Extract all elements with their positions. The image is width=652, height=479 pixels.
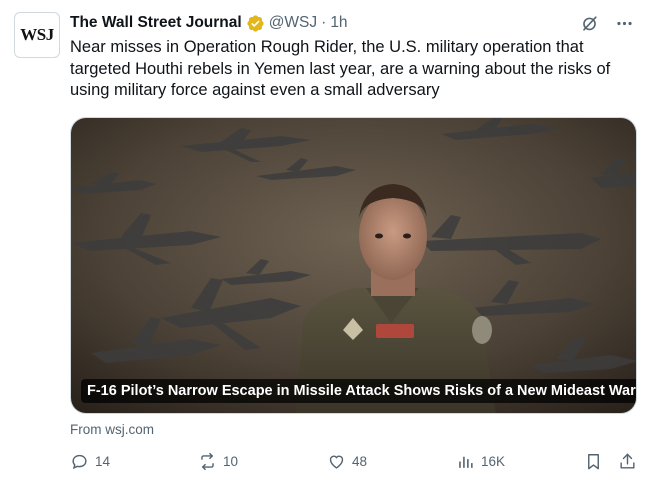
like-button[interactable]: 48 <box>327 452 367 471</box>
card-headline: F-16 Pilot’s Narrow Escape in Missile At… <box>81 379 636 403</box>
views-chart-icon <box>459 456 473 468</box>
header-separator: · <box>321 14 327 31</box>
post-time[interactable]: 1h <box>330 14 347 32</box>
view-count: 16K <box>481 454 506 469</box>
share-icon <box>620 453 635 469</box>
author-handle[interactable]: @WSJ <box>269 14 317 32</box>
tweet-text: Near misses in Operation Rough Rider, th… <box>70 38 611 99</box>
heart-icon <box>329 455 344 469</box>
card-source[interactable]: From wsj.com <box>70 422 154 437</box>
header-actions <box>580 14 634 33</box>
bookmark-button[interactable] <box>584 452 603 471</box>
more-options-icon[interactable] <box>615 14 634 33</box>
author-display-name[interactable]: The Wall Street Journal <box>70 14 242 32</box>
bookmark-icon <box>588 454 599 470</box>
pilot-photo <box>71 118 636 413</box>
views-button[interactable]: 16K <box>456 452 505 471</box>
avatar-logo-text: WSJ <box>20 25 54 44</box>
repost-count: 10 <box>223 454 239 469</box>
repost-button[interactable]: 10 <box>198 452 238 471</box>
share-button[interactable] <box>618 452 637 471</box>
grok-icon[interactable] <box>580 14 599 33</box>
verified-badge-icon[interactable] <box>246 14 265 33</box>
like-count: 48 <box>352 454 368 469</box>
tweet-header: The Wall Street Journal @WSJ · 1h <box>70 12 348 34</box>
repost-icon <box>201 452 214 471</box>
link-card[interactable]: F-16 Pilot’s Narrow Escape in Missile At… <box>70 117 637 414</box>
reply-icon <box>72 454 87 470</box>
avatar[interactable]: WSJ <box>14 12 60 58</box>
reply-count: 14 <box>95 454 111 469</box>
action-bar: 14 10 48 16K <box>66 452 638 474</box>
reply-button[interactable]: 14 <box>70 452 110 471</box>
